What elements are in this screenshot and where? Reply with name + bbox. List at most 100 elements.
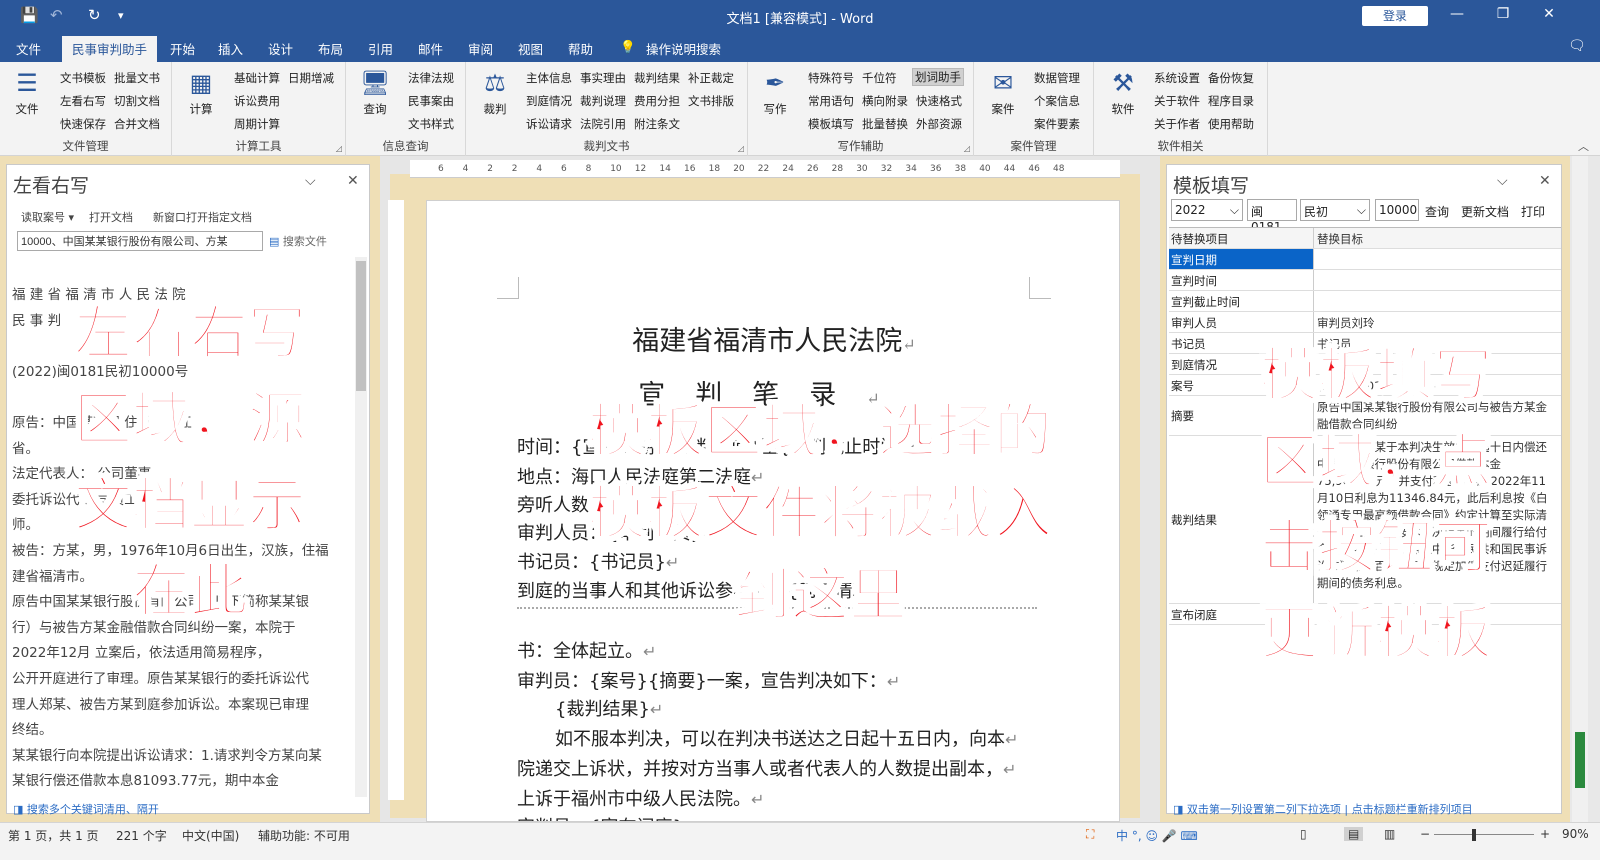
replace-key[interactable]: 宣判截止时间 [1169, 291, 1314, 311]
rb-data-manage[interactable]: 数据管理 [1034, 70, 1080, 86]
rb-left-right[interactable]: 左看右写 [60, 93, 106, 109]
read-case-button[interactable]: 读取案号 ▾ [21, 209, 74, 225]
rb-external[interactable]: 外部资源 [916, 116, 962, 132]
maximize-icon[interactable]: ❐ [1488, 6, 1518, 22]
table-row[interactable]: 到庭情况 [1169, 354, 1561, 375]
replace-key[interactable]: 裁判结果 [1169, 436, 1314, 603]
update-doc-button[interactable]: 更新文档 [1461, 203, 1509, 220]
replace-value[interactable] [1315, 604, 1559, 624]
close-icon[interactable]: ✕ [1539, 173, 1551, 189]
rb-quick-save[interactable]: 快速保存 [60, 116, 106, 132]
column-header[interactable]: 待替换项目 [1169, 228, 1314, 248]
tab-view[interactable]: 视图 [518, 39, 543, 58]
collapse-ribbon-icon[interactable]: ︿ [1578, 138, 1589, 154]
rb-lawsuit-fee[interactable]: 诉讼费用 [234, 93, 280, 109]
zoom-slider[interactable] [1434, 834, 1534, 835]
case-number-input[interactable]: 10000 [1375, 199, 1419, 221]
horizontal-ruler[interactable]: 6 4 2 2 4 6 8 10 12 14 16 18 20 22 24 26 28 30 32 34 36 38 40 4… [410, 160, 1120, 178]
print-layout-icon[interactable]: ▤ [1344, 827, 1364, 841]
open-doc-button[interactable]: 打开文档 [89, 209, 133, 225]
accessibility[interactable]: 辅助功能: 不可用 [258, 827, 350, 844]
tell-me-search[interactable]: 操作说明搜索 [646, 39, 721, 58]
replace-value[interactable]: 审判员刘玲 [1315, 312, 1559, 332]
replace-key[interactable]: 宣布闭庭 [1169, 604, 1314, 624]
replace-value[interactable] [1315, 249, 1559, 269]
replace-value[interactable]: (2022)闽0181民初10000 [1315, 375, 1559, 395]
tab-file[interactable]: 文件 [16, 39, 41, 58]
replace-value[interactable] [1315, 354, 1559, 374]
tab-design[interactable]: 设计 [268, 39, 293, 58]
zoom-out-icon[interactable]: − [1420, 827, 1430, 841]
tab-insert[interactable]: 插入 [218, 39, 243, 58]
zoom-in-icon[interactable]: + [1540, 827, 1550, 841]
table-row[interactable]: 宣判日期 [1169, 249, 1561, 270]
query-button[interactable]: 🖥 查询 [358, 68, 392, 117]
document-page[interactable]: 福建省福清市人民法院↵ 宣判笔录↵ 时间：{宣判日期}{宣判时间}至{宣判截止时… [426, 200, 1120, 822]
rb-settings[interactable]: 系统设置 [1154, 70, 1200, 86]
court-input[interactable]: 闽0181 [1247, 199, 1297, 234]
rb-laws[interactable]: 法律法规 [408, 70, 454, 86]
rb-template[interactable]: 文书模板 [60, 70, 106, 86]
rb-about-author[interactable]: 关于作者 [1154, 116, 1200, 132]
rb-basic-calc[interactable]: 基础计算 [234, 70, 280, 86]
table-row[interactable]: 书记员 书记员 [1169, 333, 1561, 354]
rb-phrases[interactable]: 常用语句 [808, 93, 854, 109]
language[interactable]: 中文(中国) [182, 827, 239, 844]
case-type-select[interactable]: 民初 ⌵ [1300, 199, 1370, 221]
tab-assistant[interactable]: 民事审判助手 [62, 36, 158, 63]
web-layout-icon[interactable]: ▥ [1384, 827, 1395, 841]
rb-cite[interactable]: 法院引用 [580, 116, 626, 132]
query-button[interactable]: 查询 [1425, 203, 1449, 220]
rb-doc-style[interactable]: 文书样式 [408, 116, 454, 132]
tab-layout[interactable]: 布局 [318, 39, 343, 58]
rb-about-soft[interactable]: 关于软件 [1154, 93, 1200, 109]
rb-correction[interactable]: 补正裁定 [688, 70, 734, 86]
dialog-launcher-icon[interactable]: ◿ [964, 144, 970, 153]
dialog-launcher-icon[interactable]: ◿ [336, 144, 342, 153]
case-button[interactable]: ✉ 案件 [986, 68, 1020, 117]
replace-key[interactable]: 宣判日期 [1169, 249, 1314, 269]
replace-key[interactable]: 到庭情况 [1169, 354, 1314, 374]
replace-key[interactable]: 宣判时间 [1169, 270, 1314, 290]
tab-home[interactable]: 开始 [170, 39, 195, 58]
replace-value[interactable] [1315, 291, 1559, 311]
rb-batch-doc[interactable]: 批量文书 [114, 70, 160, 86]
rb-period-calc[interactable]: 周期计算 [234, 116, 280, 132]
replace-value[interactable] [1315, 270, 1559, 290]
scroll-thumb[interactable] [356, 261, 366, 391]
rb-thousands[interactable]: 千位符 [862, 70, 897, 86]
replace-key[interactable]: 案号 [1169, 375, 1314, 395]
rb-split-doc[interactable]: 切割文档 [114, 93, 160, 109]
table-row[interactable]: 案号 (2022)闽0181民初10000 [1169, 375, 1561, 396]
rb-appendix[interactable]: 横向附录 [862, 93, 908, 109]
zoom-thumb[interactable] [1472, 829, 1476, 841]
new-window-open-button[interactable]: 新窗口打开指定文档 [153, 209, 252, 225]
replace-key[interactable]: 审判人员 [1169, 312, 1314, 332]
rb-help[interactable]: 使用帮助 [1208, 116, 1254, 132]
calc-button[interactable]: ▦ 计算 [184, 68, 218, 117]
ime-logo-icon[interactable]: ⛶ [1086, 827, 1094, 842]
replace-key[interactable]: 摘要 [1169, 396, 1314, 435]
judge-button[interactable]: ⚖ 裁判 [478, 68, 512, 117]
rb-facts[interactable]: 事实理由 [580, 70, 626, 86]
tab-mailings[interactable]: 邮件 [418, 39, 443, 58]
rb-civil-cause[interactable]: 民事案由 [408, 93, 454, 109]
scroll-thumb[interactable] [1575, 732, 1585, 788]
replace-value[interactable]: 一、被告方某于本判决生效之日起十日内偿还中国某某银行股份有限公司借款本金75,9… [1315, 436, 1559, 603]
ribbon-display-icon[interactable]: ▭ [1396, 6, 1426, 22]
rb-program-dir[interactable]: 程序目录 [1208, 93, 1254, 109]
zoom-level[interactable]: 90% [1562, 827, 1589, 841]
comment-icon[interactable]: 🗨 [1568, 38, 1586, 54]
tab-review[interactable]: 审阅 [468, 39, 493, 58]
minimize-icon[interactable]: — [1442, 6, 1472, 22]
software-button[interactable]: ⚒ 软件 [1106, 68, 1140, 117]
ime-toolbar[interactable]: 中 °, ☺ 🎤 ⌨ [1116, 827, 1198, 844]
table-row[interactable]: 宣布闭庭 [1169, 604, 1561, 625]
search-file-button[interactable]: ▤ 搜索文件 [269, 233, 327, 249]
read-mode-icon[interactable]: ▯ [1300, 827, 1307, 841]
column-header[interactable]: 替换目标 [1315, 228, 1559, 248]
tab-references[interactable]: 引用 [368, 39, 393, 58]
rb-quick-format[interactable]: 快速格式 [916, 93, 962, 109]
file-button[interactable]: ☰ 文件 [10, 68, 44, 117]
chevron-down-icon[interactable]: ⌵ [1497, 173, 1508, 189]
